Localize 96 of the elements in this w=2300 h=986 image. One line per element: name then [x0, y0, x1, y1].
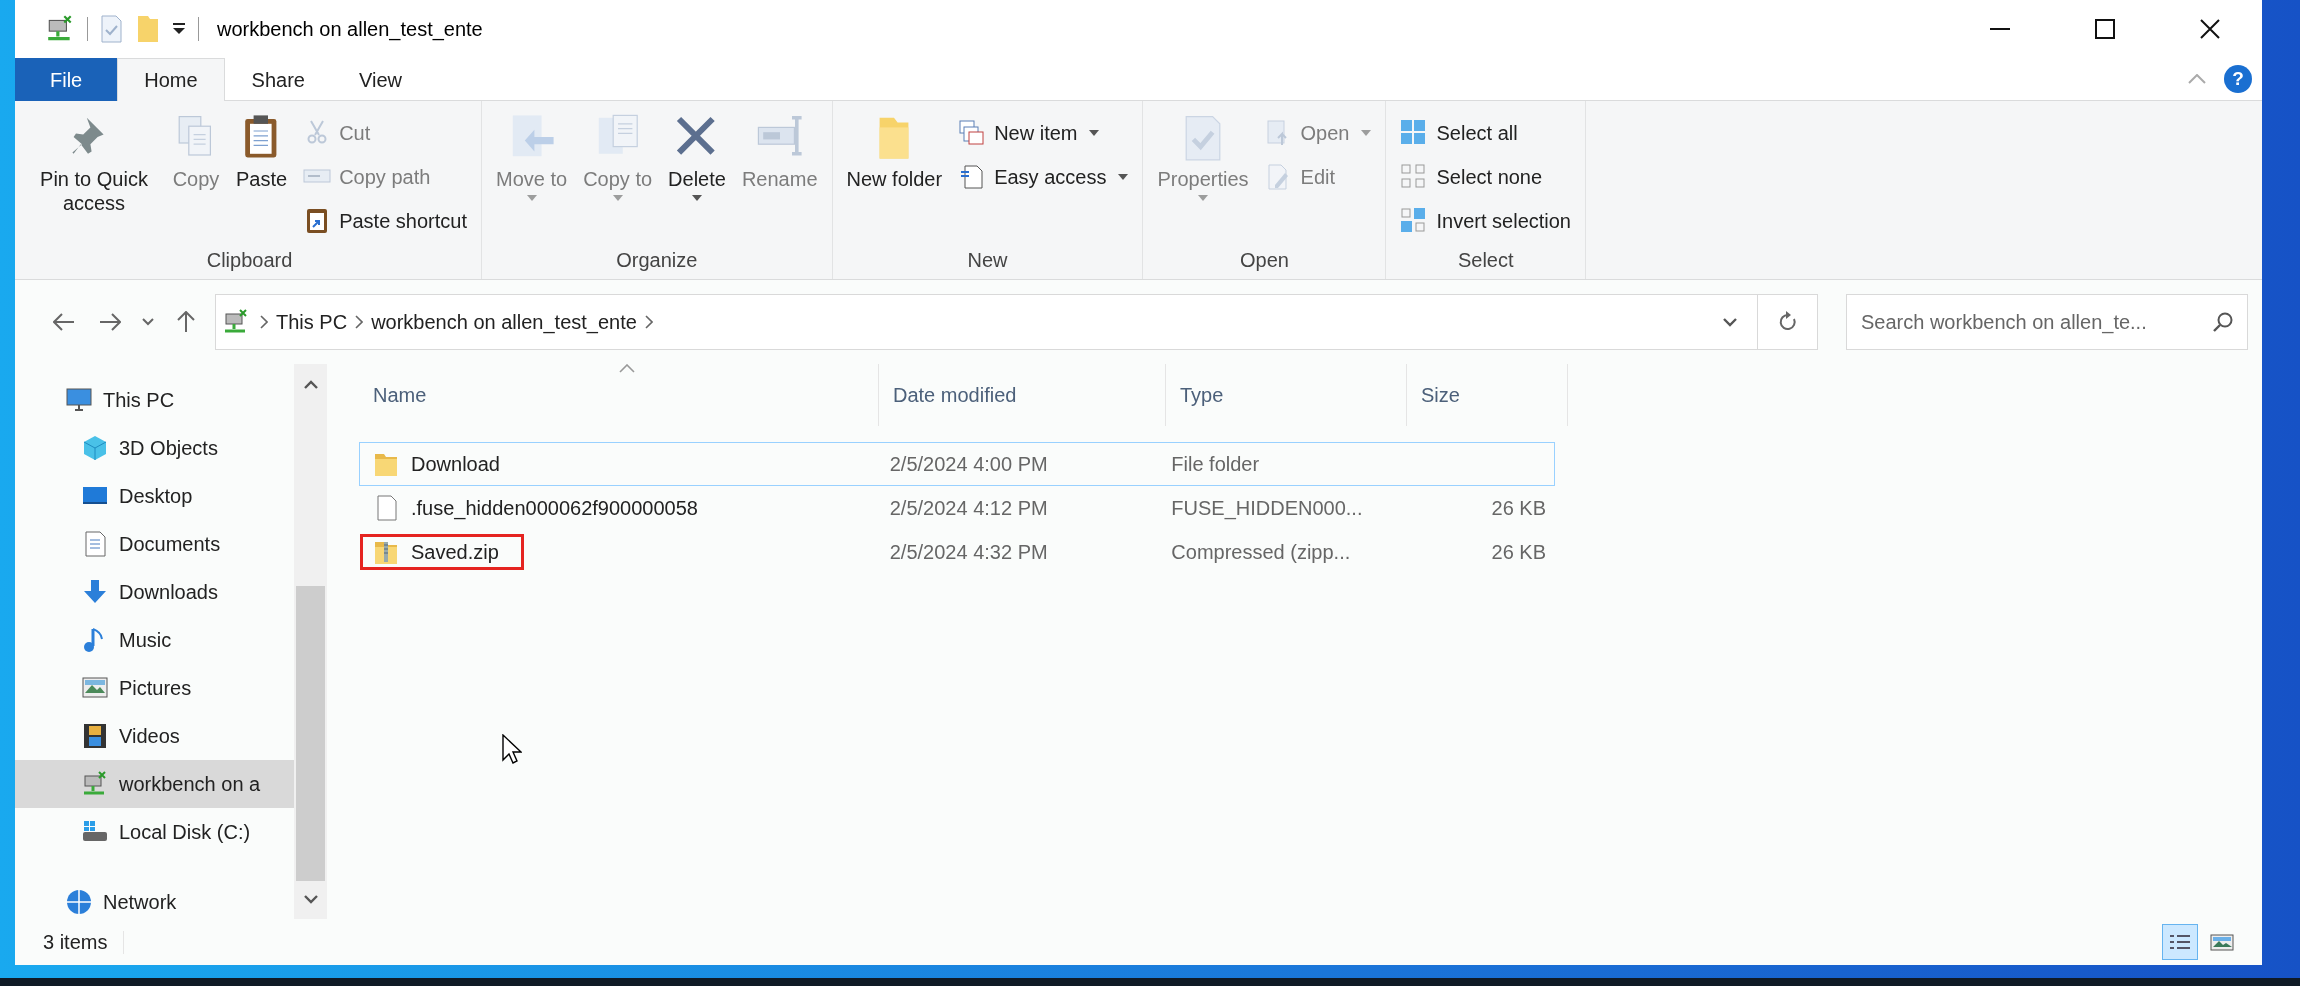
maximize-icon [2094, 19, 2115, 39]
network-drive-icon [222, 308, 250, 336]
nav-item[interactable]: Videos [15, 712, 294, 760]
new-item-icon [958, 119, 987, 147]
folder-icon [136, 14, 160, 44]
nav-item[interactable]: Local Disk (C:) [15, 808, 294, 856]
window-title: workbench on allen_test_ente [217, 17, 483, 41]
breadcrumb[interactable]: This PC [268, 310, 356, 334]
file-name: .fuse_hidden000062f900000058 [411, 496, 698, 520]
column-header[interactable]: Type [1166, 364, 1407, 426]
chevron-down-icon [1723, 317, 1737, 327]
ribbon-button[interactable]: Paste [230, 107, 294, 245]
ribbon-tab[interactable]: File [15, 58, 118, 101]
nav-item[interactable]: Pictures [15, 664, 294, 712]
type-cell-text: File folder [1170, 452, 1261, 476]
search-field[interactable]: Search workbench on allen_te... [1846, 294, 2248, 350]
column-header[interactable]: Date modified [879, 364, 1166, 426]
minimize-icon [1989, 28, 2010, 30]
ribbon-button[interactable]: Select none [1394, 155, 1577, 199]
chevron-right-icon [260, 315, 268, 329]
refresh-icon [1777, 311, 1798, 333]
scrollbar-thumb[interactable] [296, 586, 325, 881]
nav-item[interactable]: This PC [15, 376, 294, 424]
chevron-right-icon [355, 315, 364, 329]
ribbon-group-label: Organize [616, 248, 698, 273]
chevron-down-icon [142, 318, 154, 326]
ribbon-group-label: Clipboard [206, 248, 293, 273]
back-arrow-icon [53, 313, 75, 331]
file-name: Download [411, 452, 500, 476]
help-button[interactable]: ? [2224, 65, 2252, 93]
dropdown-icon [172, 22, 186, 36]
date-cell-text: 2/5/2024 4:12 PM [888, 496, 1049, 520]
large-icons-view-icon [2210, 932, 2234, 952]
mouse-cursor-icon [502, 734, 522, 764]
column-header[interactable]: Name [359, 364, 879, 426]
cube-icon [81, 434, 109, 462]
view-button[interactable] [2162, 924, 2198, 960]
nav-item[interactable]: workbench on a [15, 760, 294, 808]
caret-icon [1197, 195, 1208, 201]
ribbon-button[interactable]: Delete [662, 107, 732, 245]
forward-arrow-icon [99, 313, 121, 331]
file-row[interactable]: Download 2/5/2024 4:00 PM File folder [359, 442, 1555, 486]
up-arrow-icon [177, 311, 195, 333]
network-icon [65, 888, 93, 916]
type-cell-text: FUSE_HIDDEN000... [1170, 496, 1364, 520]
ribbon-group-label: Select [1457, 248, 1514, 273]
network-drive-icon [81, 770, 109, 798]
scroll-up-icon [303, 379, 318, 389]
column-header[interactable]: Size [1407, 364, 1568, 426]
caret-icon [692, 195, 702, 201]
caret-icon [526, 195, 537, 201]
size-cell-text: 26 KB [1490, 540, 1547, 564]
file-row[interactable]: .fuse_hidden000062f900000058 2/5/2024 4:12 PM FUSE_HIDDEN000... 26 KB [359, 486, 1555, 530]
chevron-right-icon [644, 315, 653, 329]
ribbon-group-label: Open [1239, 248, 1289, 273]
ribbon-tab[interactable]: Home [117, 58, 225, 101]
ribbon-button[interactable]: Invert selection [1394, 199, 1577, 243]
refresh-button[interactable] [1758, 294, 1818, 350]
date-cell-text: 2/5/2024 4:32 PM [888, 540, 1049, 564]
ribbon-button[interactable]: New folder [840, 107, 949, 245]
item-count: 3 items [43, 930, 125, 954]
scrollbar[interactable] [294, 364, 327, 919]
nav-item[interactable]: Network [15, 878, 294, 919]
ribbon-button[interactable]: Paste shortcut [297, 199, 473, 243]
checkmark-document-icon [100, 15, 122, 43]
nav-item[interactable]: Desktop [15, 472, 294, 520]
scroll-down-icon [303, 894, 318, 904]
close-icon [2199, 19, 2220, 39]
ribbon-button[interactable]: Pin to Quick access [26, 107, 162, 245]
ribbon-button[interactable]: Easy access [952, 155, 1135, 199]
details-view-icon [2168, 932, 2192, 952]
file-name: Saved.zip [411, 540, 499, 564]
nav-item[interactable]: Documents [15, 520, 294, 568]
nav-item[interactable]: 3D Objects [15, 424, 294, 472]
address-bar[interactable]: This PC workbench on allen_test_ente [215, 294, 1758, 350]
type-cell-text: Compressed (zipp... [1170, 540, 1352, 564]
date-cell-text: 2/5/2024 4:00 PM [888, 452, 1049, 476]
collapse-ribbon-icon [2188, 74, 2206, 84]
sort-ascending-icon [618, 364, 635, 373]
film-icon [81, 722, 109, 750]
ribbon-button[interactable]: New item [952, 111, 1135, 155]
breadcrumb[interactable]: workbench on allen_test_ente [363, 310, 645, 334]
caret-icon [1118, 174, 1129, 180]
search-icon [2212, 311, 2234, 333]
caret-icon [1361, 130, 1372, 136]
caret-icon [1089, 130, 1100, 136]
file-row[interactable]: Saved.zip 2/5/2024 4:32 PM Compressed (zipp... 26 KB [359, 530, 1555, 574]
ribbon-group-label: New [967, 248, 1008, 273]
caret-icon [612, 195, 623, 201]
size-cell-text: 26 KB [1490, 496, 1547, 520]
nav-item[interactable]: Downloads [15, 568, 294, 616]
monitor-icon [65, 386, 93, 414]
nav-item[interactable]: Music [15, 616, 294, 664]
ribbon-button[interactable]: Select all [1394, 111, 1577, 155]
ribbon-tab[interactable]: View [331, 58, 429, 101]
ribbon-tab[interactable]: Share [224, 58, 332, 101]
